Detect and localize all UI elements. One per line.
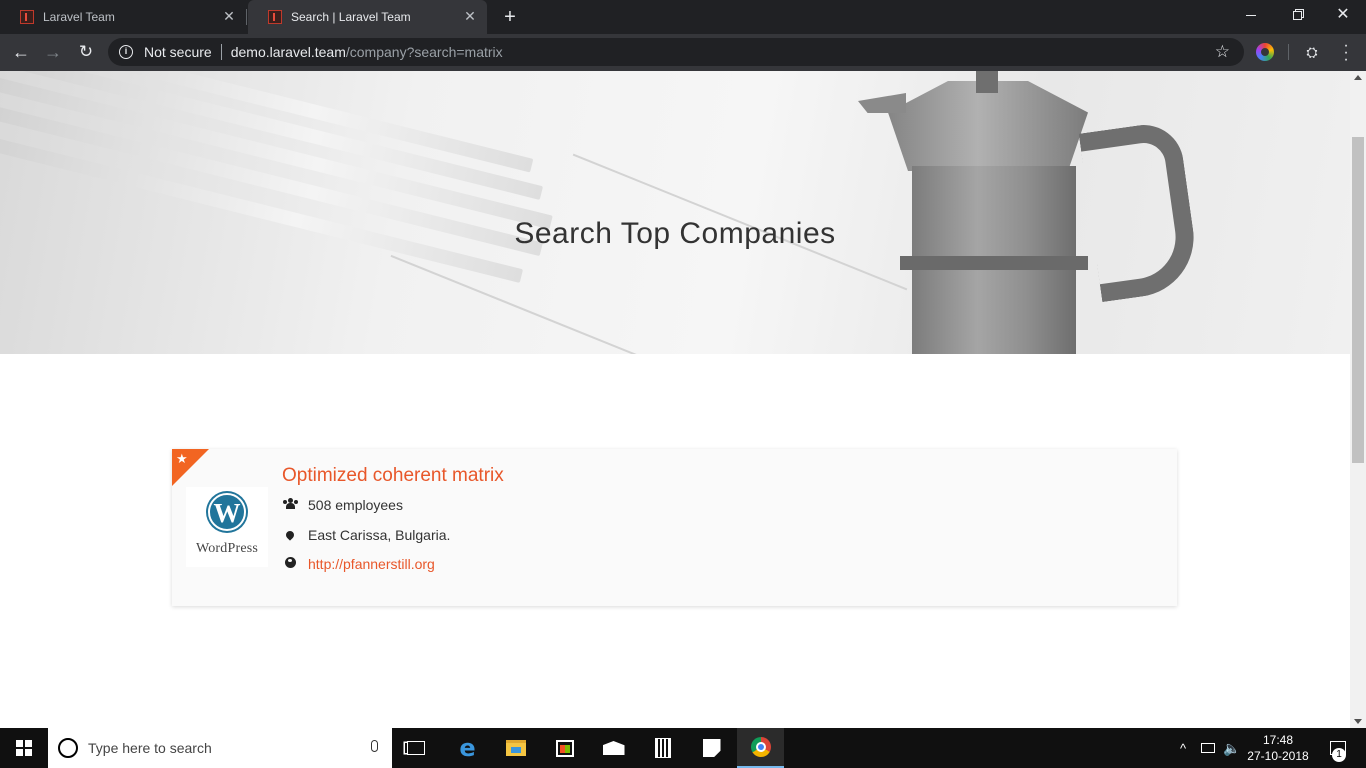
- coffee-pot-decoration: [888, 81, 1088, 171]
- laravel-favicon-icon: [268, 10, 282, 24]
- hero-banner: Search Top Companies: [0, 71, 1350, 354]
- back-icon[interactable]: ←: [9, 40, 33, 64]
- toolbar-divider: [1288, 44, 1289, 60]
- edge-icon: e: [459, 734, 476, 762]
- security-label[interactable]: Not secure: [144, 44, 212, 60]
- browser-toolbar: ← → ↻ i Not secure demo.laravel.team /co…: [0, 34, 1366, 71]
- taskbar-search-placeholder: Type here to search: [88, 740, 212, 756]
- clock-date: 27-10-2018: [1247, 749, 1309, 763]
- coffee-pot-decoration: [976, 71, 998, 93]
- minimize-icon: [1246, 14, 1256, 16]
- store-icon: [555, 739, 574, 757]
- star-icon[interactable]: ☆: [1215, 42, 1230, 62]
- page-scrollbar[interactable]: [1350, 71, 1366, 728]
- tab-title: Laravel Team: [43, 10, 115, 24]
- wordpress-logo-icon: W: [208, 493, 246, 531]
- microphone-icon[interactable]: [371, 740, 378, 752]
- location-row: East Carissa, Bulgaria.: [282, 527, 450, 543]
- forward-icon[interactable]: →: [41, 40, 65, 64]
- chrome-taskbar-button[interactable]: [737, 728, 784, 768]
- task-view-button[interactable]: [392, 728, 439, 768]
- star-icon: ★: [176, 451, 188, 466]
- close-tab-icon[interactable]: ✕: [222, 9, 236, 23]
- employees-row: 508 employees: [282, 497, 403, 513]
- table-plank-decoration: [390, 254, 670, 354]
- coffee-pot-decoration: [1078, 119, 1202, 303]
- edge-taskbar-button[interactable]: e: [444, 728, 491, 768]
- url-path: /company?search=matrix: [345, 44, 503, 60]
- laravel-favicon-icon: [20, 10, 34, 24]
- incognito-extension-icon[interactable]: ⛭: [1303, 43, 1321, 61]
- mail-icon: [602, 741, 625, 755]
- show-hidden-icons-button[interactable]: ^: [1174, 728, 1192, 768]
- start-button[interactable]: [0, 728, 48, 768]
- company-result-card[interactable]: ★ W WordPress Optimized coherent matrix …: [172, 449, 1177, 606]
- task-view-icon: [406, 741, 425, 755]
- window-close-button[interactable]: ✕: [1320, 0, 1366, 30]
- new-tab-button[interactable]: +: [499, 6, 521, 28]
- folder-icon: [505, 740, 526, 756]
- close-tab-icon[interactable]: ✕: [463, 9, 477, 23]
- website-row: http://pfannerstill.org: [282, 556, 435, 572]
- address-divider: [220, 44, 222, 60]
- tab-search-laravel-team[interactable]: Search | Laravel Team ✕: [248, 0, 487, 34]
- page-viewport: Search Top Companies ★ W WordPress Optim…: [0, 71, 1366, 728]
- info-icon[interactable]: i: [119, 45, 133, 59]
- network-button[interactable]: [1198, 728, 1218, 768]
- taskbar-clock[interactable]: 17:48 27-10-2018: [1246, 732, 1310, 764]
- address-bar[interactable]: i Not secure demo.laravel.team /company?…: [108, 38, 1244, 66]
- volume-icon: 🔈: [1223, 739, 1241, 756]
- scrollbar-thumb[interactable]: [1352, 137, 1364, 463]
- restore-icon: [1292, 10, 1302, 20]
- globe-icon: [282, 557, 298, 571]
- employee-count: 508 employees: [308, 497, 403, 513]
- store-taskbar-button[interactable]: [541, 728, 588, 768]
- scroll-up-arrow-icon[interactable]: [1354, 75, 1362, 80]
- menu-icon[interactable]: · · ·: [1336, 38, 1356, 68]
- company-location: East Carissa, Bulgaria.: [308, 527, 451, 543]
- calculator-taskbar-button[interactable]: [639, 728, 686, 768]
- windows-logo-icon: [16, 740, 32, 756]
- mail-taskbar-button[interactable]: [590, 728, 637, 768]
- url-host: demo.laravel.team: [230, 44, 346, 60]
- page-title: Search Top Companies: [514, 217, 836, 250]
- chrome-icon: [750, 737, 771, 757]
- company-name-link[interactable]: Optimized coherent matrix: [282, 465, 504, 487]
- notification-count-badge: 1: [1332, 748, 1346, 762]
- calculator-icon: [654, 738, 671, 758]
- taskbar-search-box[interactable]: Type here to search: [48, 728, 392, 768]
- map-marker-icon: [282, 528, 298, 542]
- coffee-pot-decoration: [900, 256, 1088, 270]
- company-website-link[interactable]: http://pfannerstill.org: [308, 556, 435, 572]
- tab-divider: [246, 9, 247, 25]
- restore-button[interactable]: [1274, 0, 1320, 30]
- tab-title: Search | Laravel Team: [291, 10, 411, 24]
- users-icon: [282, 498, 298, 512]
- browser-tab-strip: Laravel Team ✕ Search | Laravel Team ✕ +…: [0, 0, 1366, 34]
- cortana-icon: [58, 738, 78, 758]
- file-explorer-taskbar-button[interactable]: [492, 728, 539, 768]
- coffee-pot-decoration: [858, 93, 906, 113]
- logo-wordmark: WordPress: [195, 541, 259, 556]
- network-icon: [1201, 743, 1215, 753]
- close-icon: ✕: [1336, 6, 1350, 23]
- scroll-down-arrow-icon[interactable]: [1354, 719, 1362, 724]
- volume-button[interactable]: 🔈: [1222, 728, 1242, 768]
- reload-icon[interactable]: ↻: [74, 40, 98, 64]
- sticky-notes-taskbar-button[interactable]: [688, 728, 735, 768]
- clock-time: 17:48: [1262, 733, 1294, 747]
- tab-laravel-team[interactable]: Laravel Team ✕: [0, 0, 246, 34]
- color-extension-icon[interactable]: [1256, 43, 1274, 61]
- sticky-notes-icon: [702, 739, 721, 757]
- company-logo[interactable]: W WordPress: [186, 487, 268, 567]
- minimize-button[interactable]: [1228, 0, 1274, 30]
- windows-taskbar: Type here to search e ^ 🔈 17:48 27-10-20…: [0, 728, 1366, 768]
